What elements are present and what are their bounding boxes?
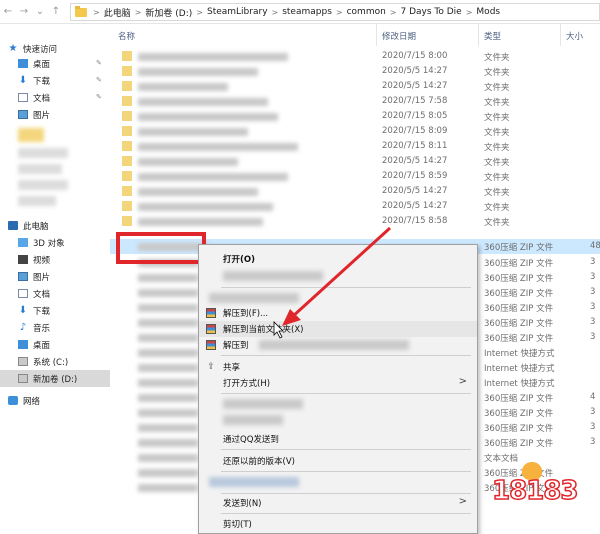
annotation-arrow (273, 226, 392, 339)
watermark: 18183 (478, 462, 590, 520)
arrow-line (290, 226, 392, 319)
watermark-text: 18183 (491, 475, 579, 507)
cursor-icon (273, 321, 284, 339)
